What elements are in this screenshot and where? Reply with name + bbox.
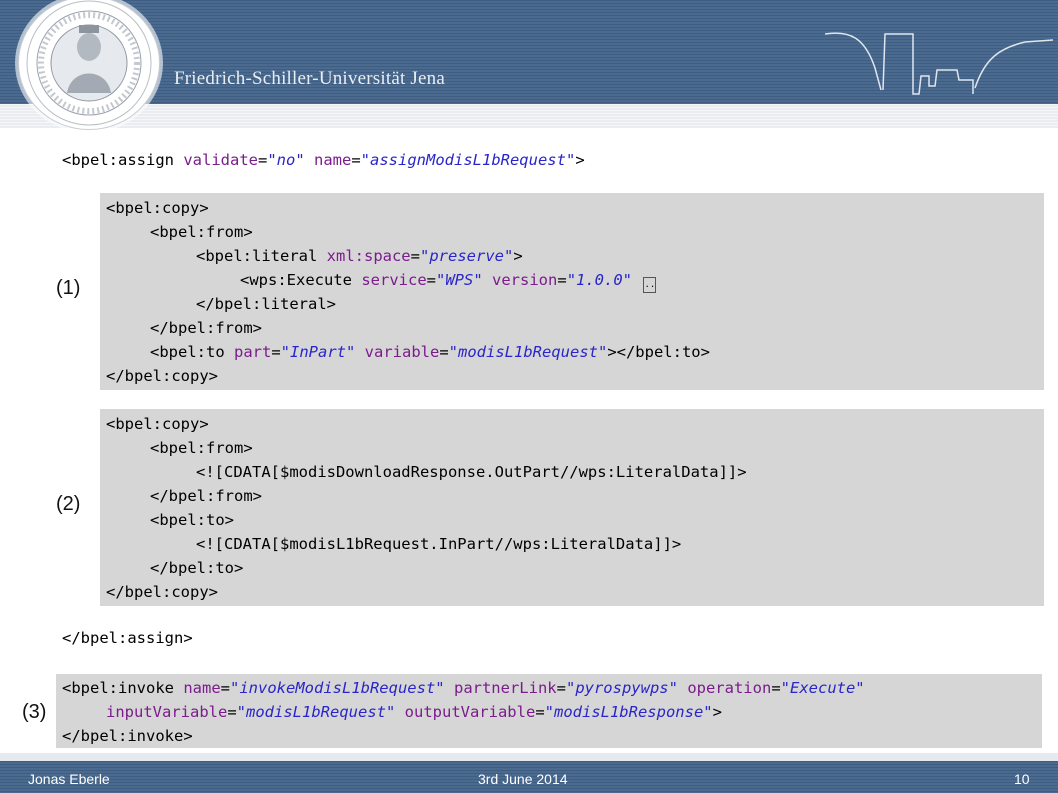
code-value: "WPS" xyxy=(436,271,483,289)
code-line: <bpel:to part="InPart" variable="modisL1… xyxy=(150,343,710,361)
code-attr: inputVariable xyxy=(106,703,228,721)
footer-page-number: 10 xyxy=(1014,771,1030,787)
code-token: > xyxy=(575,151,585,169)
code-value: "invokeModisL1bRequest" xyxy=(230,679,445,697)
code-line: <![CDATA[$modisL1bRequest.InPart//wps:Li… xyxy=(196,535,682,553)
code-attr: version xyxy=(492,271,558,289)
footer-underband xyxy=(0,753,1058,761)
code-value: "no" xyxy=(267,151,305,169)
code-attr: operation xyxy=(687,679,772,697)
code-attr: validate xyxy=(183,151,258,169)
code-line: </bpel:copy> xyxy=(106,583,218,601)
code-token: <bpel:assign xyxy=(62,151,184,169)
code-token: <bpel:invoke xyxy=(62,679,184,697)
code-line: </bpel:from> xyxy=(150,487,262,505)
code-value: "preserve" xyxy=(420,247,514,265)
code-line: </bpel:copy> xyxy=(106,367,218,385)
code-line: inputVariable="modisL1bRequest" outputVa… xyxy=(106,703,722,721)
code-value: "1.0.0" xyxy=(566,271,633,289)
jena-skyline-logo xyxy=(825,32,1054,95)
block-label-2: (2) xyxy=(56,493,81,515)
footer-author: Jonas Eberle xyxy=(28,771,110,787)
code-line: </bpel:to> xyxy=(150,559,244,577)
code-line: <bpel:from> xyxy=(150,223,253,241)
code-line: <bpel:from> xyxy=(150,439,253,457)
code-attr: xml:space xyxy=(326,247,411,265)
code-attr: part xyxy=(234,343,272,361)
code-value: "InPart" xyxy=(280,343,356,361)
code-line: <![CDATA[$modisDownloadResponse.OutPart/… xyxy=(196,463,747,481)
code-attr: name xyxy=(314,151,352,169)
code-line-assign-close: </bpel:assign> xyxy=(62,629,193,647)
university-seal-logo xyxy=(18,0,160,130)
code-token: <bpel:literal xyxy=(196,247,327,265)
code-value: "modisL1bRequest" xyxy=(236,703,396,721)
code-attr: service xyxy=(361,271,427,289)
code-attr: variable xyxy=(364,343,440,361)
block-label-3: (3) xyxy=(22,701,47,723)
code-value: "modisL1bResponse" xyxy=(544,703,713,721)
code-line: <wps:Execute service="WPS" version="1.0.… xyxy=(240,268,657,293)
code-line: </bpel:from> xyxy=(150,319,262,337)
code-attr: partnerLink xyxy=(453,679,557,697)
code-attr: name xyxy=(183,679,221,697)
code-value: "assignModisL1bRequest" xyxy=(360,151,576,169)
code-token: ></bpel:to> xyxy=(607,343,710,361)
code-token: > xyxy=(712,703,722,721)
code-token: > xyxy=(513,247,523,265)
code-line: </bpel:invoke> xyxy=(62,727,193,745)
university-name: Friedrich-Schiller-Universität Jena xyxy=(174,68,445,89)
code-line: <bpel:to> xyxy=(150,511,234,529)
code-line-assign-open: <bpel:assign validate="no" name="assignM… xyxy=(62,151,585,169)
block-label-1: (1) xyxy=(56,277,81,299)
collapsed-content-icon: .. xyxy=(643,277,657,293)
footer-date: 3rd June 2014 xyxy=(478,771,568,787)
code-token: <bpel:to xyxy=(150,343,234,361)
code-value: "Execute" xyxy=(780,679,865,697)
code-line: <bpel:invoke name="invokeModisL1bRequest… xyxy=(62,679,865,697)
code-line: <bpel:copy> xyxy=(106,415,209,433)
code-line: <bpel:copy> xyxy=(106,199,209,217)
code-value: "modisL1bRequest" xyxy=(448,343,608,361)
code-line: <bpel:literal xml:space="preserve"> xyxy=(196,247,523,265)
code-line: </bpel:literal> xyxy=(196,295,336,313)
code-token: <wps:Execute xyxy=(240,271,362,289)
code-value: "pyrospywps" xyxy=(565,679,678,697)
code-attr: outputVariable xyxy=(404,703,536,721)
